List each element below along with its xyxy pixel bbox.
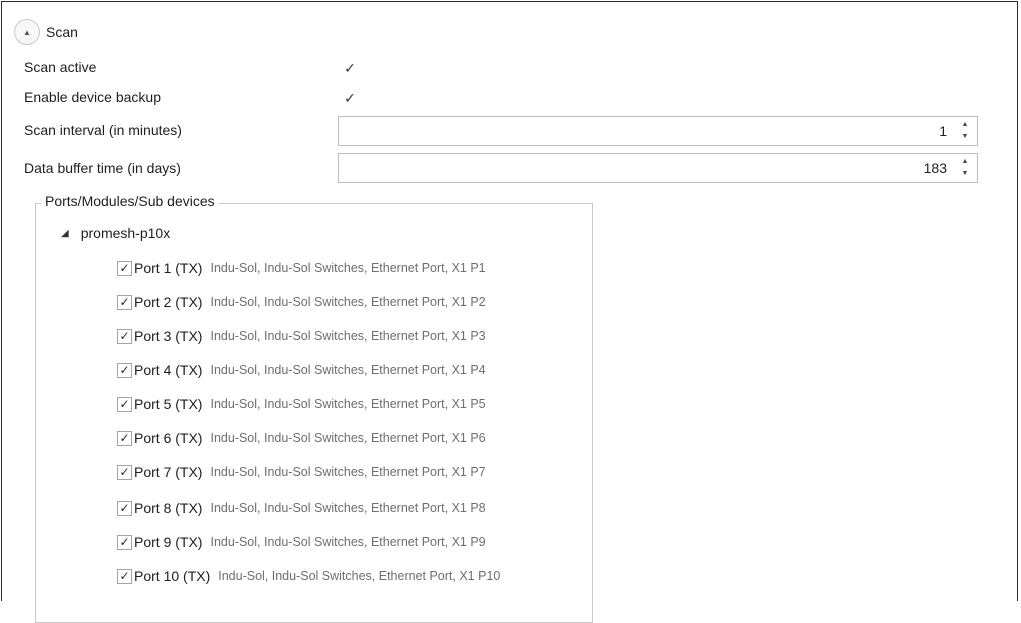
scan-interval-field[interactable]: 1 ▲ ▼	[338, 116, 978, 146]
section-title: Scan	[46, 24, 78, 40]
port-name: Port 3 (TX)	[134, 328, 203, 344]
port-description: Indu-Sol, Indu-Sol Switches, Ethernet Po…	[210, 261, 486, 275]
port-row[interactable]: ✓ Port 4 (TX) Indu-Sol, Indu-Sol Switche…	[117, 360, 486, 380]
port-description: Indu-Sol, Indu-Sol Switches, Ethernet Po…	[210, 465, 486, 479]
scan-interval-spinner[interactable]: ▲ ▼	[960, 121, 970, 141]
buffer-time-spinner[interactable]: ▲ ▼	[960, 158, 970, 178]
port-name: Port 9 (TX)	[134, 534, 203, 550]
device-name: promesh-p10x	[80, 225, 171, 241]
port-checkbox[interactable]: ✓	[117, 328, 132, 344]
port-checkbox[interactable]: ✓	[117, 500, 132, 516]
port-description: Indu-Sol, Indu-Sol Switches, Ethernet Po…	[210, 295, 486, 309]
port-row[interactable]: ✓ Port 3 (TX) Indu-Sol, Indu-Sol Switche…	[117, 326, 486, 346]
port-checkbox[interactable]: ✓	[117, 534, 132, 550]
scan-interval-label: Scan interval (in minutes)	[24, 122, 182, 138]
port-checkbox[interactable]: ✓	[117, 464, 132, 480]
scan-interval-value[interactable]: 1	[939, 123, 947, 139]
buffer-time-value[interactable]: 183	[924, 160, 947, 176]
port-row[interactable]: ✓ Port 1 (TX) Indu-Sol, Indu-Sol Switche…	[117, 258, 486, 278]
spin-up-icon[interactable]: ▲	[962, 158, 969, 166]
expand-triangle-icon[interactable]: ◢	[61, 228, 69, 239]
port-row[interactable]: ✓ Port 6 (TX) Indu-Sol, Indu-Sol Switche…	[117, 428, 486, 448]
port-name: Port 4 (TX)	[134, 362, 203, 378]
port-name: Port 10 (TX)	[134, 568, 211, 584]
collapse-chevron-icon[interactable]: ▲	[14, 19, 40, 45]
port-checkbox[interactable]: ✓	[117, 568, 132, 584]
port-description: Indu-Sol, Indu-Sol Switches, Ethernet Po…	[210, 363, 486, 377]
device-backup-checkbox[interactable]: ✓	[342, 90, 358, 106]
spin-up-icon[interactable]: ▲	[962, 121, 969, 129]
port-name: Port 8 (TX)	[134, 500, 203, 516]
port-description: Indu-Sol, Indu-Sol Switches, Ethernet Po…	[218, 569, 501, 583]
scan-active-checkbox[interactable]: ✓	[342, 60, 358, 76]
device-backup-label: Enable device backup	[24, 89, 161, 105]
port-description: Indu-Sol, Indu-Sol Switches, Ethernet Po…	[210, 535, 486, 549]
port-row[interactable]: ✓ Port 2 (TX) Indu-Sol, Indu-Sol Switche…	[117, 292, 486, 312]
port-row[interactable]: ✓ Port 8 (TX) Indu-Sol, Indu-Sol Switche…	[117, 498, 486, 518]
port-description: Indu-Sol, Indu-Sol Switches, Ethernet Po…	[210, 397, 486, 411]
port-description: Indu-Sol, Indu-Sol Switches, Ethernet Po…	[210, 431, 486, 445]
port-name: Port 5 (TX)	[134, 396, 203, 412]
spin-down-icon[interactable]: ▼	[962, 170, 969, 178]
port-name: Port 2 (TX)	[134, 294, 203, 310]
buffer-time-field[interactable]: 183 ▲ ▼	[338, 153, 978, 183]
port-description: Indu-Sol, Indu-Sol Switches, Ethernet Po…	[210, 329, 486, 343]
port-checkbox[interactable]: ✓	[117, 362, 132, 378]
port-name: Port 6 (TX)	[134, 430, 203, 446]
scan-active-label: Scan active	[24, 59, 97, 75]
scan-expander[interactable]: ▲ Scan	[14, 19, 78, 45]
buffer-time-label: Data buffer time (in days)	[24, 160, 181, 176]
spin-down-icon[interactable]: ▼	[962, 133, 969, 141]
port-checkbox[interactable]: ✓	[117, 396, 132, 412]
port-row[interactable]: ✓ Port 7 (TX) Indu-Sol, Indu-Sol Switche…	[117, 462, 486, 482]
device-tree-node[interactable]: ◢ promesh-p10x	[61, 225, 170, 241]
port-row[interactable]: ✓ Port 5 (TX) Indu-Sol, Indu-Sol Switche…	[117, 394, 486, 414]
port-name: Port 7 (TX)	[134, 464, 203, 480]
ports-group-legend: Ports/Modules/Sub devices	[41, 193, 219, 209]
port-checkbox[interactable]: ✓	[117, 430, 132, 446]
port-row[interactable]: ✓ Port 10 (TX) Indu-Sol, Indu-Sol Switch…	[117, 566, 500, 586]
port-description: Indu-Sol, Indu-Sol Switches, Ethernet Po…	[210, 501, 486, 515]
port-row[interactable]: ✓ Port 9 (TX) Indu-Sol, Indu-Sol Switche…	[117, 532, 486, 552]
port-name: Port 1 (TX)	[134, 260, 203, 276]
port-checkbox[interactable]: ✓	[117, 294, 132, 310]
port-checkbox[interactable]: ✓	[117, 260, 132, 276]
